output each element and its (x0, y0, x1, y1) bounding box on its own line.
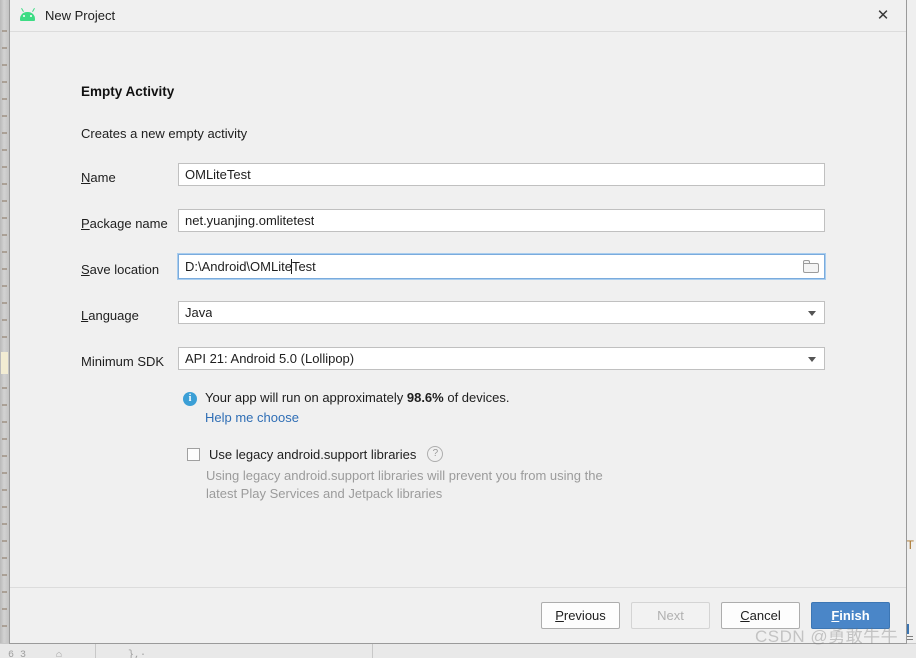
page-subtitle: Creates a new empty activity (81, 126, 248, 141)
help-me-choose-link[interactable]: Help me choose (205, 410, 299, 425)
language-label: Language (81, 308, 139, 323)
background-status-bar: 6 3 ⌂ },· (0, 643, 916, 658)
form-row-name: Name OMLiteTest (10, 159, 906, 205)
dialog-body: Empty Activity Creates a new empty activ… (10, 32, 906, 587)
cancel-button[interactable]: Cancel (721, 602, 800, 629)
background-status-divider (372, 644, 373, 658)
chevron-down-icon[interactable] (808, 310, 816, 316)
package-name-input-value: net.yuanjing.omlitetest (185, 213, 315, 228)
form-row-save-location: Save location D:\Android\OMLiteTest (10, 251, 906, 297)
dialog-title-bar: New Project ✕ (10, 0, 906, 32)
save-location-input-value: D:\Android\OMLiteTest (185, 259, 316, 274)
form-row-minimum-sdk: Minimum SDK API 21: Android 5.0 (Lollipo… (10, 343, 906, 389)
package-name-input[interactable]: net.yuanjing.omlitetest (178, 209, 825, 232)
question-mark-icon[interactable]: ? (427, 446, 444, 462)
finish-button[interactable]: Finish (811, 602, 890, 629)
folder-icon[interactable] (803, 259, 820, 274)
language-select-value: Java (185, 305, 213, 320)
dialog-title: New Project (45, 8, 116, 23)
background-left-gutter (0, 0, 9, 658)
legacy-libraries-row[interactable]: Use legacy android.support libraries ? (187, 446, 444, 462)
background-gutter-ticks (2, 30, 7, 630)
background-status-divider (95, 644, 96, 658)
dialog-footer: Previous Next Cancel Finish (10, 587, 906, 643)
info-icon: i (183, 392, 197, 406)
device-coverage-percent: 98.6% (406, 390, 444, 405)
name-input-value: OMLiteTest (185, 167, 251, 182)
legacy-libraries-label: Use legacy android.support libraries (209, 446, 417, 462)
name-label: Name (81, 170, 116, 185)
next-button: Next (631, 602, 710, 629)
minimum-sdk-label: Minimum SDK (81, 354, 165, 369)
minimum-sdk-select[interactable]: API 21: Android 5.0 (Lollipop) (178, 347, 825, 370)
close-icon[interactable]: ✕ (860, 0, 906, 30)
background-status-fragment: 6 3 (8, 650, 27, 658)
package-name-label: Package name (81, 216, 168, 231)
save-location-label: Save location (81, 262, 160, 277)
save-location-input[interactable]: D:\Android\OMLiteTest (178, 254, 825, 279)
form-row-language: Language Java (10, 297, 906, 343)
legacy-libraries-description: Using legacy android.support libraries w… (206, 468, 603, 501)
form-row-package-name: Package name net.yuanjing.omlitetest (10, 205, 906, 251)
background-gutter-highlight (1, 352, 8, 374)
language-select[interactable]: Java (178, 301, 825, 324)
background-right-marker: T (906, 538, 914, 552)
device-coverage-message: i Your app will run on approximately 98.… (183, 390, 510, 406)
previous-button[interactable]: Previous (541, 602, 620, 629)
name-input[interactable]: OMLiteTest (178, 163, 825, 186)
project-form: Name OMLiteTest Package name net.yuanjin… (10, 159, 906, 389)
device-coverage-text: Your app will run on approximately 98.6%… (205, 390, 510, 405)
background-status-fragment: },· (128, 650, 147, 658)
legacy-libraries-checkbox[interactable] (187, 447, 200, 461)
chevron-down-icon[interactable] (808, 356, 816, 362)
minimum-sdk-select-value: API 21: Android 5.0 (Lollipop) (185, 351, 355, 366)
page-title: Empty Activity (81, 84, 175, 99)
android-robot-icon (19, 7, 37, 25)
new-project-dialog: New Project ✕ Empty Activity Creates a n… (9, 0, 907, 644)
background-status-fragment: ⌂ (56, 650, 63, 658)
